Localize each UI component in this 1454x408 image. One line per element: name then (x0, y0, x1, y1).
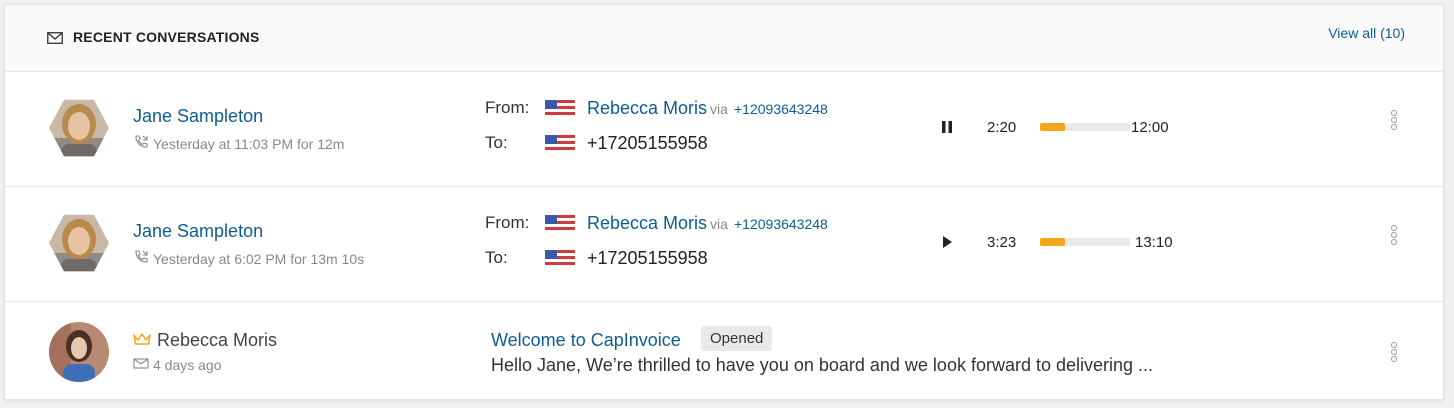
envelope-icon (133, 356, 149, 373)
from-label: From: (485, 213, 530, 232)
kebab-dot (1391, 356, 1397, 362)
more-options-button[interactable] (1389, 110, 1399, 130)
kebab-dot (1391, 342, 1397, 348)
conversation-row: Jane Sampleton Yesterday at 6:02 PM for … (5, 187, 1443, 302)
kebab-dot (1391, 232, 1397, 238)
sender-name-link[interactable]: Rebecca Moris (587, 213, 707, 234)
recipient-number: +17205155958 (587, 248, 708, 268)
play-button[interactable] (939, 234, 955, 250)
crown-icon (133, 332, 151, 351)
phone-icon (133, 134, 149, 153)
card-header: RECENT CONVERSATIONS View all (10) (5, 5, 1443, 72)
recipient-number: +17205155958 (587, 133, 708, 153)
via-number-link[interactable]: +12093643248 (734, 216, 828, 232)
elapsed-time: 2:20 (987, 119, 1017, 136)
audio-progress-bar[interactable] (1040, 123, 1130, 131)
more-options-button[interactable] (1389, 342, 1399, 362)
kebab-dot (1391, 117, 1397, 123)
to-label: To: (485, 133, 508, 152)
via-label: via (710, 101, 728, 117)
kebab-dot (1391, 124, 1397, 130)
kebab-dot (1391, 349, 1397, 355)
email-subject-link[interactable]: Welcome to CapInvoice (491, 330, 681, 351)
us-flag-icon (545, 215, 575, 233)
elapsed-time: 3:23 (987, 234, 1017, 251)
conversation-row: Rebecca Moris 4 days ago Welcome to CapI… (5, 302, 1443, 401)
to-label: To: (485, 248, 508, 267)
audio-progress-fill (1040, 123, 1066, 131)
email-meta-text: 4 days ago (153, 356, 222, 373)
envelope-icon (47, 31, 63, 49)
audio-progress-bar[interactable] (1040, 238, 1130, 246)
card-title: RECENT CONVERSATIONS (73, 29, 260, 45)
play-icon (943, 236, 952, 248)
contact-name[interactable]: Rebecca Moris (157, 330, 277, 351)
us-flag-icon (545, 100, 575, 118)
contact-name-link[interactable]: Jane Sampleton (133, 106, 263, 127)
recent-conversations-card: RECENT CONVERSATIONS View all (10) Jane … (4, 4, 1444, 400)
kebab-dot (1391, 239, 1397, 245)
avatar[interactable] (49, 99, 109, 157)
pause-icon (942, 121, 952, 133)
avatar[interactable] (49, 214, 109, 272)
us-flag-icon (545, 250, 575, 268)
us-flag-icon (545, 135, 575, 153)
view-all-link[interactable]: View all (10) (1328, 25, 1405, 41)
audio-progress-fill (1040, 238, 1066, 246)
pause-button[interactable] (939, 119, 955, 135)
call-meta-text: Yesterday at 11:03 PM for 12m (153, 135, 345, 152)
contact-name-link[interactable]: Jane Sampleton (133, 221, 263, 242)
via-label: via (710, 216, 728, 232)
kebab-dot (1391, 225, 1397, 231)
call-meta: Yesterday at 6:02 PM for 13m 10s (133, 249, 364, 268)
total-duration: 12:00 (1131, 119, 1169, 136)
sender-name-link[interactable]: Rebecca Moris (587, 98, 707, 119)
total-duration: 13:10 (1135, 234, 1173, 251)
via-number-link[interactable]: +12093643248 (734, 101, 828, 117)
kebab-dot (1391, 110, 1397, 116)
email-preview: Hello Jane, We’re thrilled to have you o… (491, 355, 1154, 375)
status-badge: Opened (701, 326, 773, 351)
more-options-button[interactable] (1389, 225, 1399, 245)
conversation-row: Jane Sampleton Yesterday at 11:03 PM for… (5, 72, 1443, 187)
call-meta-text: Yesterday at 6:02 PM for 13m 10s (153, 250, 365, 267)
email-meta: 4 days ago (133, 356, 222, 373)
from-label: From: (485, 98, 530, 117)
call-meta: Yesterday at 11:03 PM for 12m (133, 134, 344, 153)
avatar[interactable] (49, 322, 109, 382)
phone-icon (133, 249, 149, 268)
